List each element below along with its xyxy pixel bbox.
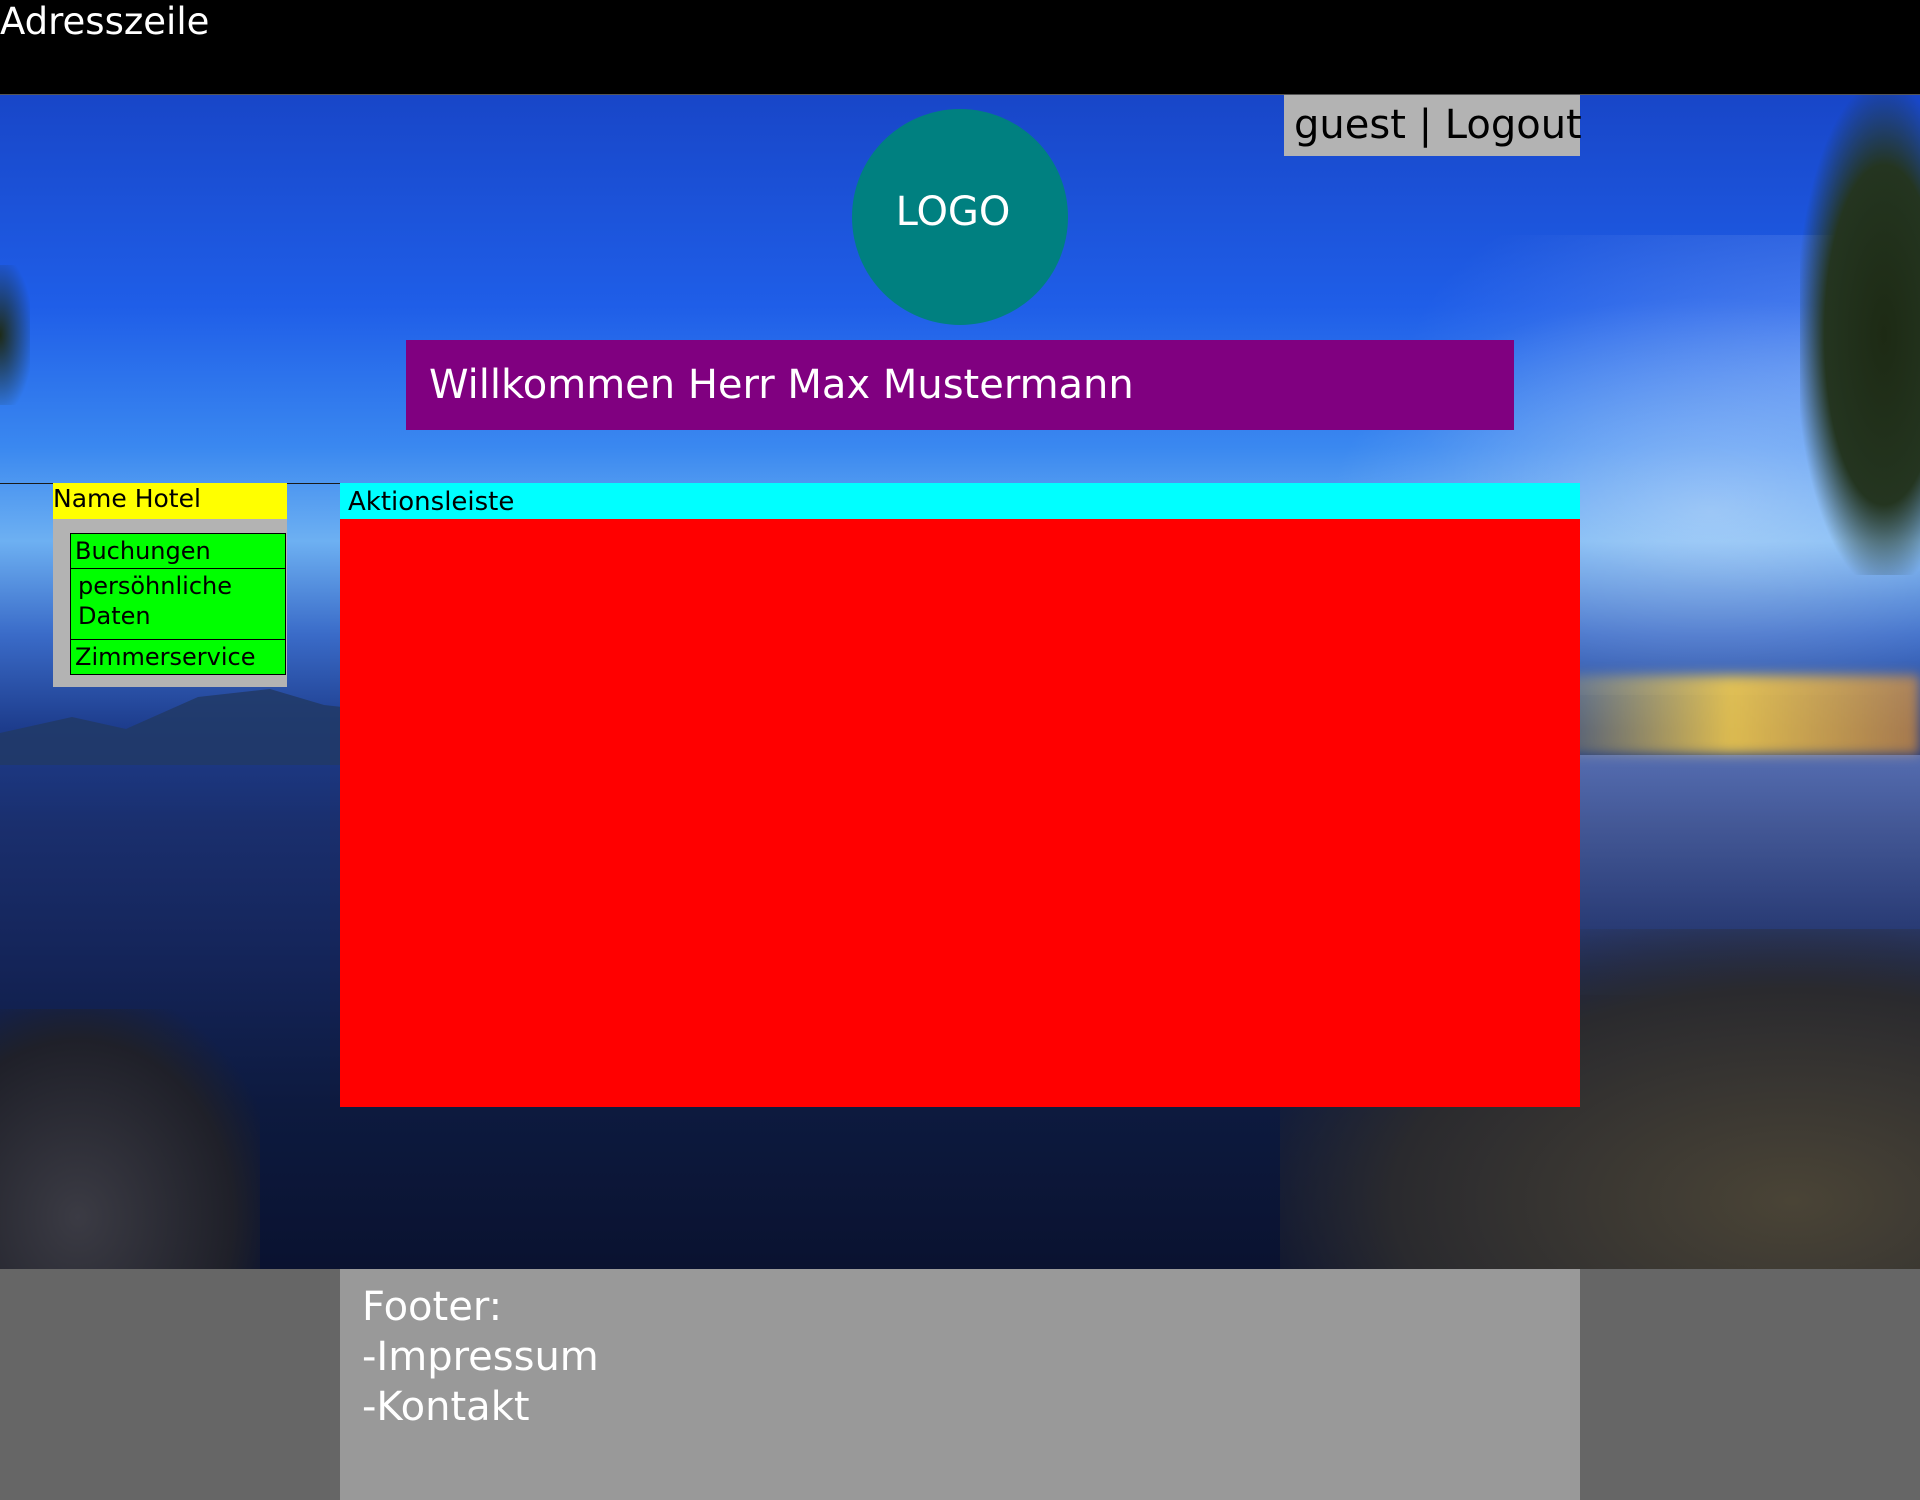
footer: Footer: -Impressum -Kontakt	[0, 1269, 1920, 1500]
user-box[interactable]: guest | Logout	[1284, 95, 1582, 156]
footer-link-impressum[interactable]: -Impressum	[362, 1332, 599, 1382]
sidebar-item-persoenliche-daten[interactable]: persöhnliche Daten	[70, 568, 286, 640]
mountains	[0, 689, 360, 765]
hotel-name-label: Name Hotel	[53, 484, 201, 513]
content-area	[340, 519, 1580, 1107]
logo-text: LOGO	[895, 189, 1011, 235]
sidebar-menu: Buchungen persöhnliche Daten Zimmerservi…	[70, 533, 288, 677]
action-bar[interactable]: Aktionsleiste	[340, 483, 1580, 519]
sidebar-item-label: Zimmerservice	[75, 643, 256, 671]
welcome-text: Willkommen Herr Max Mustermann	[429, 362, 1134, 408]
logo: LOGO	[852, 109, 1068, 325]
action-bar-label: Aktionsleiste	[348, 487, 515, 517]
sidebar-item-buchungen[interactable]: Buchungen	[70, 533, 286, 569]
hotel-name: Name Hotel	[53, 483, 287, 519]
sidebar-item-label: persöhnliche Daten	[78, 572, 232, 630]
user-logout-link[interactable]: guest | Logout	[1294, 97, 1582, 153]
welcome-banner: Willkommen Herr Max Mustermann	[406, 340, 1514, 430]
sidebar-item-zimmerservice[interactable]: Zimmerservice	[70, 639, 286, 675]
sidebar: Name Hotel Buchungen persöhnliche Daten …	[53, 483, 287, 687]
footer-title: Footer:	[362, 1284, 503, 1330]
address-bar-label: Adresszeile	[0, 0, 210, 43]
rocks-left	[0, 1009, 260, 1269]
address-bar[interactable]: Adresszeile	[0, 0, 1920, 95]
tree-right	[1800, 95, 1920, 575]
footer-link-kontakt[interactable]: -Kontakt	[362, 1382, 530, 1432]
footer-panel: Footer: -Impressum -Kontakt	[340, 1269, 1580, 1500]
tree-left	[0, 265, 30, 405]
sidebar-item-label: Buchungen	[75, 537, 211, 565]
